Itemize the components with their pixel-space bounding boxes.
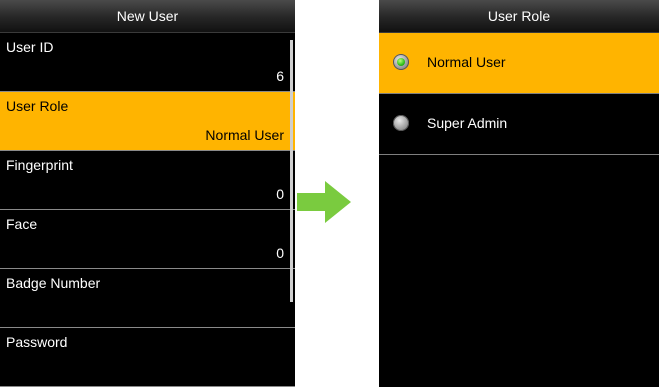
- new-user-menu: User ID 6 User Role Normal User Fingerpr…: [0, 33, 295, 387]
- menu-item-label: User ID: [6, 39, 54, 55]
- menu-item-label: Badge Number: [6, 275, 101, 291]
- new-user-title: New User: [0, 0, 295, 33]
- menu-item-user-id[interactable]: User ID 6: [0, 33, 295, 92]
- menu-item-label: Password: [6, 334, 68, 350]
- scrollbar[interactable]: [290, 40, 293, 302]
- option-label: Super Admin: [427, 115, 508, 131]
- user-role-title: User Role: [379, 0, 659, 33]
- menu-item-label: Fingerprint: [6, 157, 73, 173]
- menu-item-value: 0: [276, 186, 284, 202]
- new-user-screen: New User User ID 6 User Role Normal User…: [0, 0, 295, 387]
- menu-item-user-role[interactable]: User Role Normal User: [0, 92, 295, 151]
- arrow-right-icon: [297, 181, 351, 223]
- menu-item-value: 6: [276, 68, 284, 84]
- user-role-screen: User Role Normal User Super Admin: [379, 0, 659, 387]
- radio-selected-icon: [393, 54, 409, 70]
- option-normal-user[interactable]: Normal User: [379, 33, 659, 94]
- menu-item-face[interactable]: Face 0: [0, 210, 295, 269]
- menu-item-value: Normal User: [205, 127, 284, 143]
- menu-item-label: Face: [6, 216, 38, 232]
- menu-item-value: 0: [276, 245, 284, 261]
- menu-item-badge-number[interactable]: Badge Number: [0, 269, 295, 328]
- radio-unselected-icon: [393, 115, 409, 131]
- menu-item-fingerprint[interactable]: Fingerprint 0: [0, 151, 295, 210]
- user-role-options: Normal User Super Admin: [379, 33, 659, 155]
- option-label: Normal User: [427, 54, 506, 70]
- menu-item-label: User Role: [6, 98, 69, 114]
- option-super-admin[interactable]: Super Admin: [379, 94, 659, 155]
- menu-item-password[interactable]: Password: [0, 328, 295, 387]
